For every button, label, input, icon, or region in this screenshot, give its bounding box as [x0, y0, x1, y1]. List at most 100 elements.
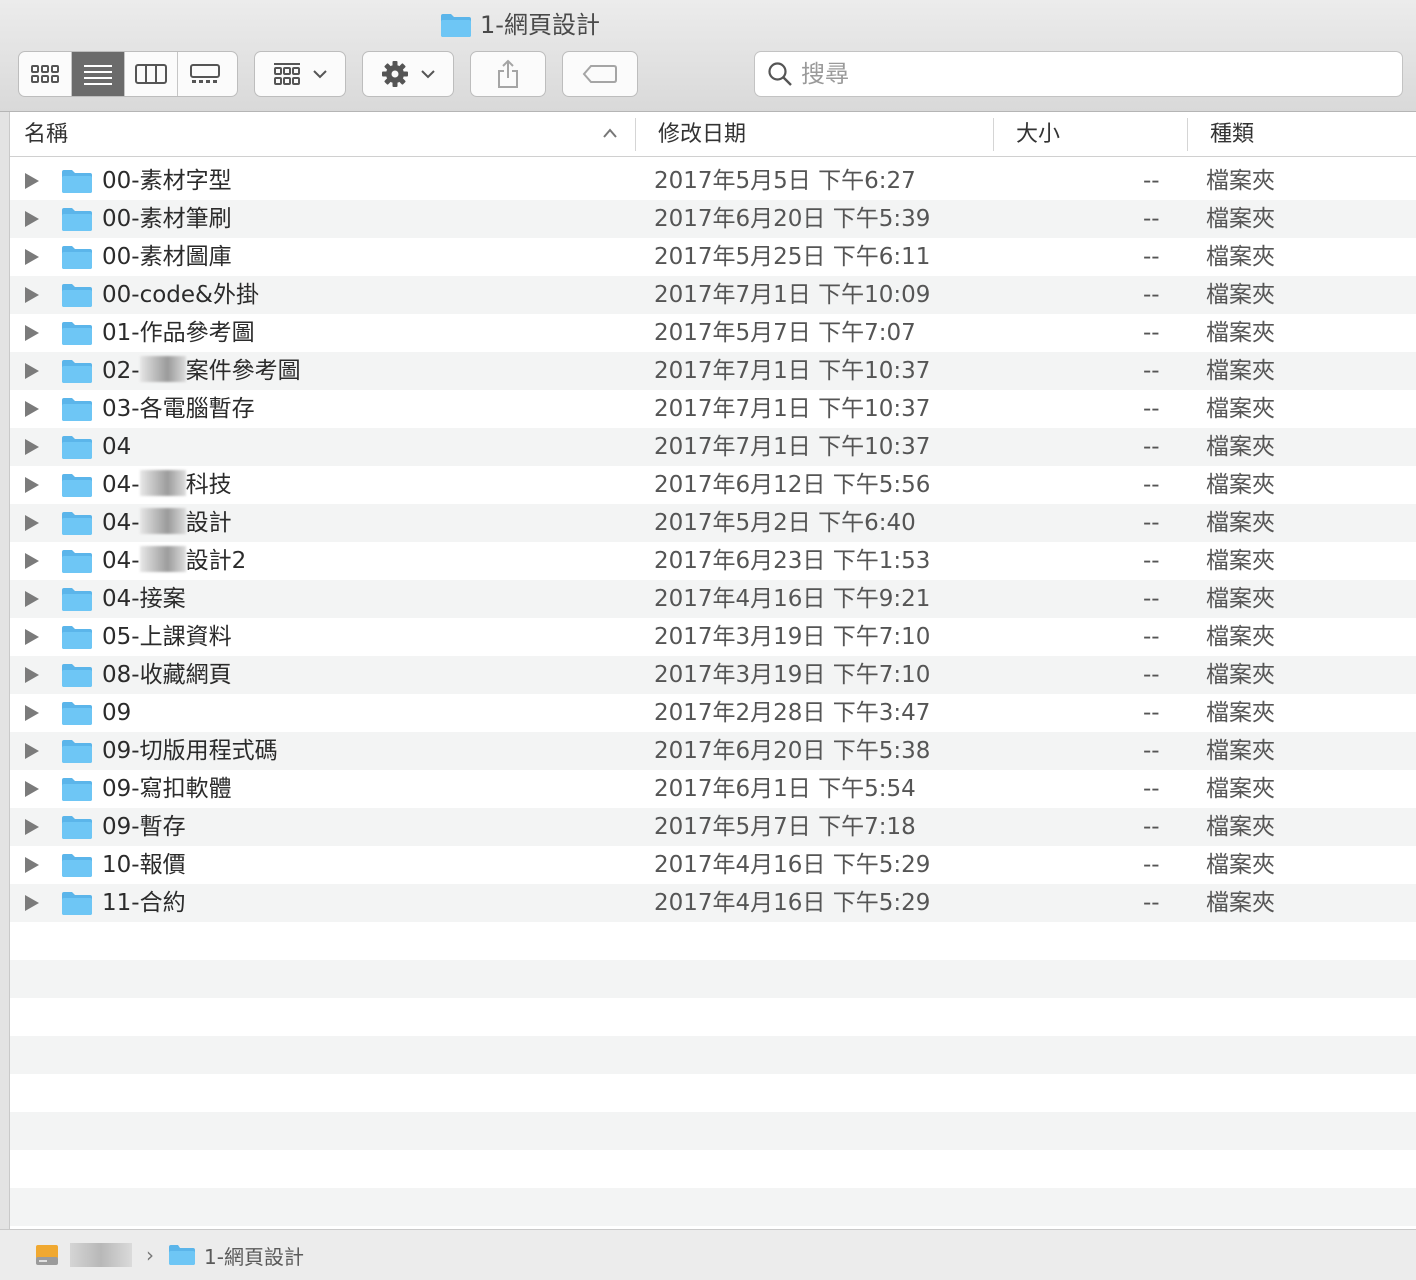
disclosure-triangle-icon[interactable]: [25, 477, 39, 493]
column-view-button[interactable]: [125, 52, 178, 96]
file-row[interactable]: 01-作品參考圖 2017年5月7日 下午7:07 -- 檔案夾: [10, 314, 1416, 352]
file-row[interactable]: 03-各電腦暫存 2017年7月1日 下午10:37 -- 檔案夾: [10, 390, 1416, 428]
redacted-text: [139, 508, 186, 534]
empty-row: [10, 998, 1416, 1036]
search-input[interactable]: [801, 60, 1361, 88]
folder-icon: [62, 360, 92, 383]
file-size: --: [1143, 890, 1160, 916]
title-bar: 1-網頁設計: [0, 0, 1416, 112]
file-row[interactable]: 09 2017年2月28日 下午3:47 -- 檔案夾: [10, 694, 1416, 732]
file-row[interactable]: 02- 案件參考圖 2017年7月1日 下午10:37 -- 檔案夾: [10, 352, 1416, 390]
column-kind[interactable]: 種類: [1210, 112, 1254, 157]
file-row[interactable]: 09-暫存 2017年5月7日 下午7:18 -- 檔案夾: [10, 808, 1416, 846]
file-row[interactable]: 09-切版用程式碼 2017年6月20日 下午5:38 -- 檔案夾: [10, 732, 1416, 770]
folder-icon: [62, 626, 92, 649]
disclosure-triangle-icon[interactable]: [25, 629, 39, 645]
redacted-text: [139, 470, 186, 496]
disclosure-triangle-icon[interactable]: [25, 857, 39, 873]
file-name: 04- 設計: [102, 504, 232, 542]
file-row[interactable]: 00-素材字型 2017年5月5日 下午6:27 -- 檔案夾: [10, 162, 1416, 200]
disclosure-triangle-icon[interactable]: [25, 249, 39, 265]
file-row[interactable]: 04- 設計2 2017年6月23日 下午1:53 -- 檔案夾: [10, 542, 1416, 580]
list-view-button[interactable]: [72, 52, 125, 96]
file-date: 2017年6月23日 下午1:53: [654, 548, 931, 574]
file-name: 03-各電腦暫存: [102, 396, 255, 422]
file-kind: 檔案夾: [1206, 510, 1275, 536]
disclosure-triangle-icon[interactable]: [25, 667, 39, 683]
action-button[interactable]: [362, 51, 454, 97]
file-date: 2017年5月5日 下午6:27: [654, 168, 916, 194]
disclosure-triangle-icon[interactable]: [25, 211, 39, 227]
disclosure-triangle-icon[interactable]: [25, 325, 39, 341]
file-date: 2017年4月16日 下午9:21: [654, 586, 931, 612]
disclosure-triangle-icon[interactable]: [25, 895, 39, 911]
empty-row: [10, 960, 1416, 998]
column-size[interactable]: 大小: [1016, 112, 1060, 157]
file-row[interactable]: 04 2017年7月1日 下午10:37 -- 檔案夾: [10, 428, 1416, 466]
disclosure-triangle-icon[interactable]: [25, 781, 39, 797]
file-row[interactable]: 08-收藏網頁 2017年3月19日 下午7:10 -- 檔案夾: [10, 656, 1416, 694]
folder-icon: [62, 816, 92, 839]
tags-button[interactable]: [562, 51, 638, 97]
list-view-icon: [84, 65, 112, 85]
file-name: 08-收藏網頁: [102, 662, 232, 688]
file-row[interactable]: 11-合約 2017年4月16日 下午5:29 -- 檔案夾: [10, 884, 1416, 922]
file-name-prefix: 02-: [102, 358, 140, 384]
disclosure-triangle-icon[interactable]: [25, 553, 39, 569]
folder-icon: [62, 664, 92, 687]
file-name: 01-作品參考圖: [102, 320, 255, 346]
column-divider[interactable]: [993, 118, 994, 151]
share-icon: [498, 59, 518, 88]
file-row[interactable]: 00-code&外掛 2017年7月1日 下午10:09 -- 檔案夾: [10, 276, 1416, 314]
disclosure-triangle-icon[interactable]: [25, 401, 39, 417]
folder-icon: [62, 398, 92, 421]
file-row[interactable]: 04- 科技 2017年6月12日 下午5:56 -- 檔案夾: [10, 466, 1416, 504]
file-row[interactable]: 00-素材筆刷 2017年6月20日 下午5:39 -- 檔案夾: [10, 200, 1416, 238]
file-kind: 檔案夾: [1206, 320, 1275, 346]
volume-name[interactable]: [70, 1243, 132, 1267]
column-divider[interactable]: [635, 118, 636, 151]
search-field[interactable]: [754, 51, 1403, 97]
icon-view-button[interactable]: [19, 52, 72, 96]
disclosure-triangle-icon[interactable]: [25, 173, 39, 189]
path-current-folder[interactable]: 1-網頁設計: [204, 1241, 304, 1270]
file-size: --: [1143, 282, 1160, 308]
group-by-button[interactable]: [254, 51, 346, 97]
folder-icon: [62, 474, 92, 497]
file-row[interactable]: 09-寫扣軟體 2017年6月1日 下午5:54 -- 檔案夾: [10, 770, 1416, 808]
disclosure-triangle-icon[interactable]: [25, 743, 39, 759]
tag-icon: [582, 65, 617, 83]
disclosure-triangle-icon[interactable]: [25, 515, 39, 531]
disclosure-triangle-icon[interactable]: [25, 819, 39, 835]
file-kind: 檔案夾: [1206, 168, 1275, 194]
file-row[interactable]: 04-接案 2017年4月16日 下午9:21 -- 檔案夾: [10, 580, 1416, 618]
file-name: 09-暫存: [102, 814, 186, 840]
file-date: 2017年7月1日 下午10:09: [654, 282, 931, 308]
disclosure-triangle-icon[interactable]: [25, 439, 39, 455]
file-name: 05-上課資料: [102, 624, 232, 650]
file-name: 09-寫扣軟體: [102, 776, 232, 802]
folder-icon: [62, 778, 92, 801]
file-name: 04-接案: [102, 586, 186, 612]
disclosure-triangle-icon[interactable]: [25, 705, 39, 721]
file-name: 00-素材字型: [102, 168, 232, 194]
redacted-text: [139, 356, 186, 382]
file-row[interactable]: 00-素材圖庫 2017年5月25日 下午6:11 -- 檔案夾: [10, 238, 1416, 276]
file-row[interactable]: 05-上課資料 2017年3月19日 下午7:10 -- 檔案夾: [10, 618, 1416, 656]
file-kind: 檔案夾: [1206, 586, 1275, 612]
column-name[interactable]: 名稱: [24, 112, 68, 157]
column-divider[interactable]: [1187, 118, 1188, 151]
disclosure-triangle-icon[interactable]: [25, 287, 39, 303]
disclosure-triangle-icon[interactable]: [25, 363, 39, 379]
path-bar: › 1-網頁設計: [0, 1229, 1416, 1280]
column-date[interactable]: 修改日期: [658, 112, 746, 157]
gear-icon: [382, 61, 408, 87]
gallery-view-button[interactable]: [178, 52, 231, 96]
file-size: --: [1143, 320, 1160, 346]
file-kind: 檔案夾: [1206, 282, 1275, 308]
share-button[interactable]: [470, 51, 546, 97]
disclosure-triangle-icon[interactable]: [25, 591, 39, 607]
file-row[interactable]: 04- 設計 2017年5月2日 下午6:40 -- 檔案夾: [10, 504, 1416, 542]
file-size: --: [1143, 548, 1160, 574]
file-row[interactable]: 10-報價 2017年4月16日 下午5:29 -- 檔案夾: [10, 846, 1416, 884]
